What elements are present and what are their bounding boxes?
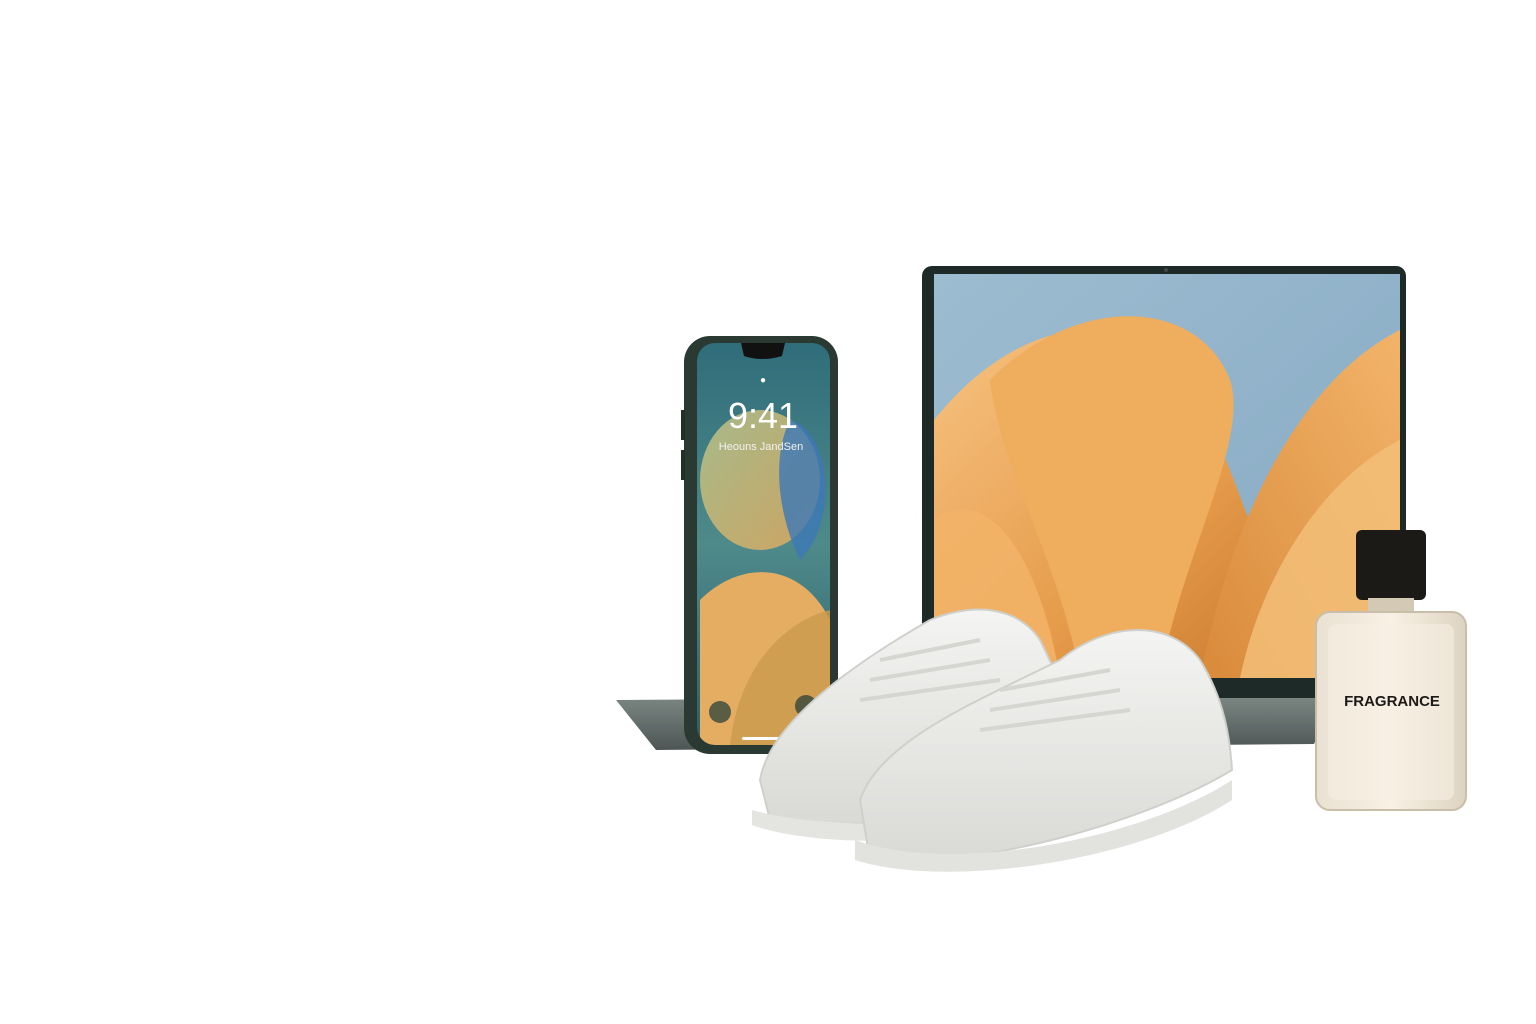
phone-date: Heouns JandSen	[719, 441, 803, 453]
lock-icon: ●	[760, 375, 766, 386]
product-scene: ● 9:41 Heouns JandSen FRAGRANCE	[616, 266, 1467, 872]
flashlight-icon[interactable]	[709, 701, 731, 723]
perfume-cap	[1356, 530, 1426, 600]
phone-notch	[741, 343, 785, 359]
laptop-camera	[1164, 268, 1168, 272]
smartphone: ● 9:41 Heouns JandSen	[681, 336, 838, 754]
perfume-label: FRAGRANCE	[1344, 693, 1440, 710]
phone-time: 9:41	[728, 395, 798, 436]
